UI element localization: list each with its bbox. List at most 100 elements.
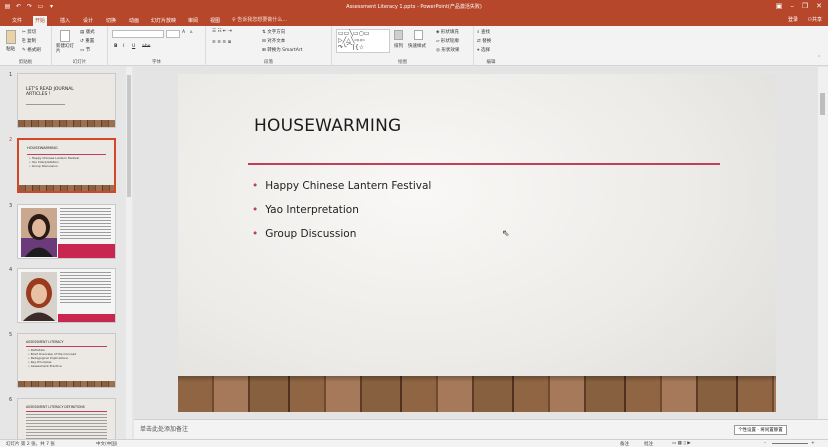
thumbnail-accent-bar xyxy=(58,244,115,258)
window-controls: ▣ – ❐ ✕ xyxy=(776,2,822,10)
format-painter-button[interactable]: ✎ 格式刷 xyxy=(22,47,41,53)
thumbnail-number: 3 xyxy=(9,203,13,209)
tab-transitions[interactable]: 切换 xyxy=(104,16,118,26)
align-icons[interactable]: ≡ ≡ ≡ ≣ xyxy=(212,40,231,45)
strikethrough-button[interactable]: abe xyxy=(142,44,150,49)
zoom-in-button[interactable]: + xyxy=(811,441,815,446)
decrease-font-button[interactable]: A xyxy=(190,30,192,34)
notes-pane[interactable]: 单击此处添加备注 xyxy=(134,419,828,439)
group-label-editing: 编辑 xyxy=(486,60,496,65)
thumbnail-slide-6[interactable]: ASSESSMENT LITERACY DEFINITIONS xyxy=(17,398,116,439)
title-bar: ▤ ↶ ↷ ▭ ▾ Assessment Literacy 1.pptx - P… xyxy=(0,0,828,14)
tab-insert[interactable]: 插入 xyxy=(58,16,72,26)
notes-toggle[interactable]: 备注 xyxy=(620,441,629,447)
font-name-box[interactable] xyxy=(112,30,164,38)
ribbon-home: 粘贴 ✂ 剪切 ⎘ 复制 ✎ 格式刷 剪贴板 新建幻灯片 ▤ 版式 ↺ 重置 ▭… xyxy=(0,26,828,66)
new-slide-icon[interactable] xyxy=(60,30,70,42)
share-button[interactable]: ⚇共享 xyxy=(808,16,823,23)
align-text-button[interactable]: ⊟ 对齐文本 xyxy=(262,38,285,44)
smartart-button[interactable]: ⊞ 转换为 SmartArt xyxy=(262,47,302,53)
thumbnail-floor xyxy=(18,120,115,127)
bold-button[interactable]: B xyxy=(114,44,117,49)
notes-placeholder: 单击此处添加备注 xyxy=(140,426,189,433)
group-label-drawing: 绘图 xyxy=(398,60,407,65)
tab-design[interactable]: 设计 xyxy=(81,16,95,26)
zoom-out-button[interactable]: – xyxy=(764,441,766,446)
language-indicator[interactable]: 中文(中国) xyxy=(96,441,118,447)
tab-view[interactable]: 视图 xyxy=(208,16,222,26)
thumbnail-number: 6 xyxy=(9,397,13,403)
thumbnail-slide-5[interactable]: ASSESSMENT LITERACY • Definition • Brief… xyxy=(17,333,116,388)
thumbnail-accent-bar xyxy=(58,314,115,322)
tell-me-search[interactable]: ♀ 告诉我您想要做什么... xyxy=(232,16,287,23)
shape-effects-button[interactable]: ◎ 形状效果 xyxy=(436,47,459,53)
group-label-clipboard: 剪贴板 xyxy=(18,60,33,65)
thumbnail-number: 2 xyxy=(9,137,13,143)
portrait-image xyxy=(21,272,57,321)
replace-button[interactable]: ⇄ 替换 xyxy=(477,38,491,44)
layout-button[interactable]: ▤ 版式 xyxy=(80,29,95,35)
title-rule xyxy=(248,163,720,165)
thumbnails-scroll-handle[interactable] xyxy=(127,75,131,197)
thumbnail-number: 1 xyxy=(9,72,13,78)
thumbnails-scrollbar[interactable] xyxy=(126,67,132,439)
slide-bullet-list[interactable]: • Happy Chinese Lantern Festival • Yao Int… xyxy=(252,178,431,250)
thumbnail-bullet: • Assessment Practice xyxy=(28,364,62,368)
tab-file[interactable]: 文件 xyxy=(10,16,24,26)
font-size-box[interactable] xyxy=(166,30,180,38)
underline-button[interactable]: U xyxy=(132,44,135,49)
tab-slideshow[interactable]: 幻灯片放映 xyxy=(149,16,178,26)
sign-in-link[interactable]: 登录 xyxy=(788,16,798,23)
bullet-item[interactable]: • Happy Chinese Lantern Festival xyxy=(252,178,431,202)
thumbnail-slide-3[interactable] xyxy=(17,204,116,259)
ribbon-display-options-icon[interactable]: ▣ xyxy=(776,2,783,10)
arrange-icon[interactable] xyxy=(394,30,403,40)
copy-button[interactable]: ⎘ 复制 xyxy=(22,38,36,44)
thumbnail-bullet: • Group Discussion xyxy=(29,164,58,168)
shape-fill-button[interactable]: ◈ 形状填充 xyxy=(436,29,459,35)
thumbnail-title: LET'S READ JOURNAL ARTICLES ! xyxy=(26,87,74,97)
mouse-cursor-icon: ⇖ xyxy=(502,229,510,239)
paste-icon[interactable] xyxy=(6,30,16,44)
close-icon[interactable]: ✕ xyxy=(816,2,822,10)
comments-toggle[interactable]: 批注 xyxy=(644,441,653,447)
tooltip: 个性设置 · 将闲置静置 xyxy=(734,425,787,435)
thumbnail-slide-2[interactable]: HOUSEWARMING • Happy Chinese Lantern Fes… xyxy=(17,138,116,193)
quick-styles-icon[interactable] xyxy=(414,30,423,40)
italic-button[interactable]: I xyxy=(123,44,124,49)
section-button[interactable]: ▭ 节 xyxy=(80,47,90,53)
ribbon-tabs: 文件 开始 插入 设计 切换 动画 幻灯片放映 审阅 视图 ♀ 告诉我您想要做什… xyxy=(0,14,828,26)
view-buttons[interactable]: ▭ ▦ ▯ ▶ xyxy=(672,441,691,446)
tab-animations[interactable]: 动画 xyxy=(127,16,141,26)
shapes-gallery[interactable]: ▭▭╲▭○▭ ▷╱△╲⇨⇦ ↷╰⌒⌈{☆ xyxy=(336,29,390,53)
slide-scroll-handle[interactable] xyxy=(820,93,825,115)
slide-title[interactable]: HOUSEWARMING xyxy=(254,116,401,136)
quick-styles-label: 快速样式 xyxy=(408,44,426,49)
restore-icon[interactable]: ❐ xyxy=(802,2,808,10)
tab-home[interactable]: 开始 xyxy=(33,16,48,26)
cut-button[interactable]: ✂ 剪切 xyxy=(22,29,36,35)
zoom-slider[interactable] xyxy=(772,443,808,444)
minimize-icon[interactable]: – xyxy=(790,2,794,10)
bullet-item[interactable]: • Yao Interpretation xyxy=(252,202,431,226)
slide-thumbnails-pane: 1 LET'S READ JOURNAL ARTICLES ! 2 HOUSEW… xyxy=(0,67,134,439)
increase-font-button[interactable]: A xyxy=(182,30,185,35)
bullets-icon[interactable]: ☰ ☷ ⇤ ⇥ xyxy=(212,29,232,34)
thumbnail-slide-1[interactable]: LET'S READ JOURNAL ARTICLES ! xyxy=(17,73,116,128)
text-direction-button[interactable]: ⇅ 文字方向 xyxy=(262,29,285,35)
group-clipboard: 粘贴 ✂ 剪切 ⎘ 复制 ✎ 格式刷 剪贴板 xyxy=(0,26,52,66)
thumbnail-number: 4 xyxy=(9,267,13,273)
find-button[interactable]: ⌕ 查找 xyxy=(477,29,490,35)
select-button[interactable]: ⌖ 选择 xyxy=(477,47,490,53)
bullet-item[interactable]: • Group Discussion xyxy=(252,226,431,250)
shape-outline-button[interactable]: ▱ 形状轮廓 xyxy=(436,38,459,44)
slide-scrollbar[interactable] xyxy=(818,67,828,419)
thumbnail-title: ASSESSMENT LITERACY DEFINITIONS xyxy=(26,405,85,409)
thumbnail-title-rule xyxy=(26,346,107,347)
current-slide[interactable]: HOUSEWARMING • Happy Chinese Lantern Fest… xyxy=(178,74,776,412)
thumbnail-slide-4[interactable] xyxy=(17,268,116,323)
thumbnail-title-rule xyxy=(27,154,106,155)
tab-review[interactable]: 审阅 xyxy=(186,16,200,26)
collapse-ribbon-icon[interactable]: ˄ xyxy=(818,56,820,61)
reset-button[interactable]: ↺ 重置 xyxy=(80,38,94,44)
